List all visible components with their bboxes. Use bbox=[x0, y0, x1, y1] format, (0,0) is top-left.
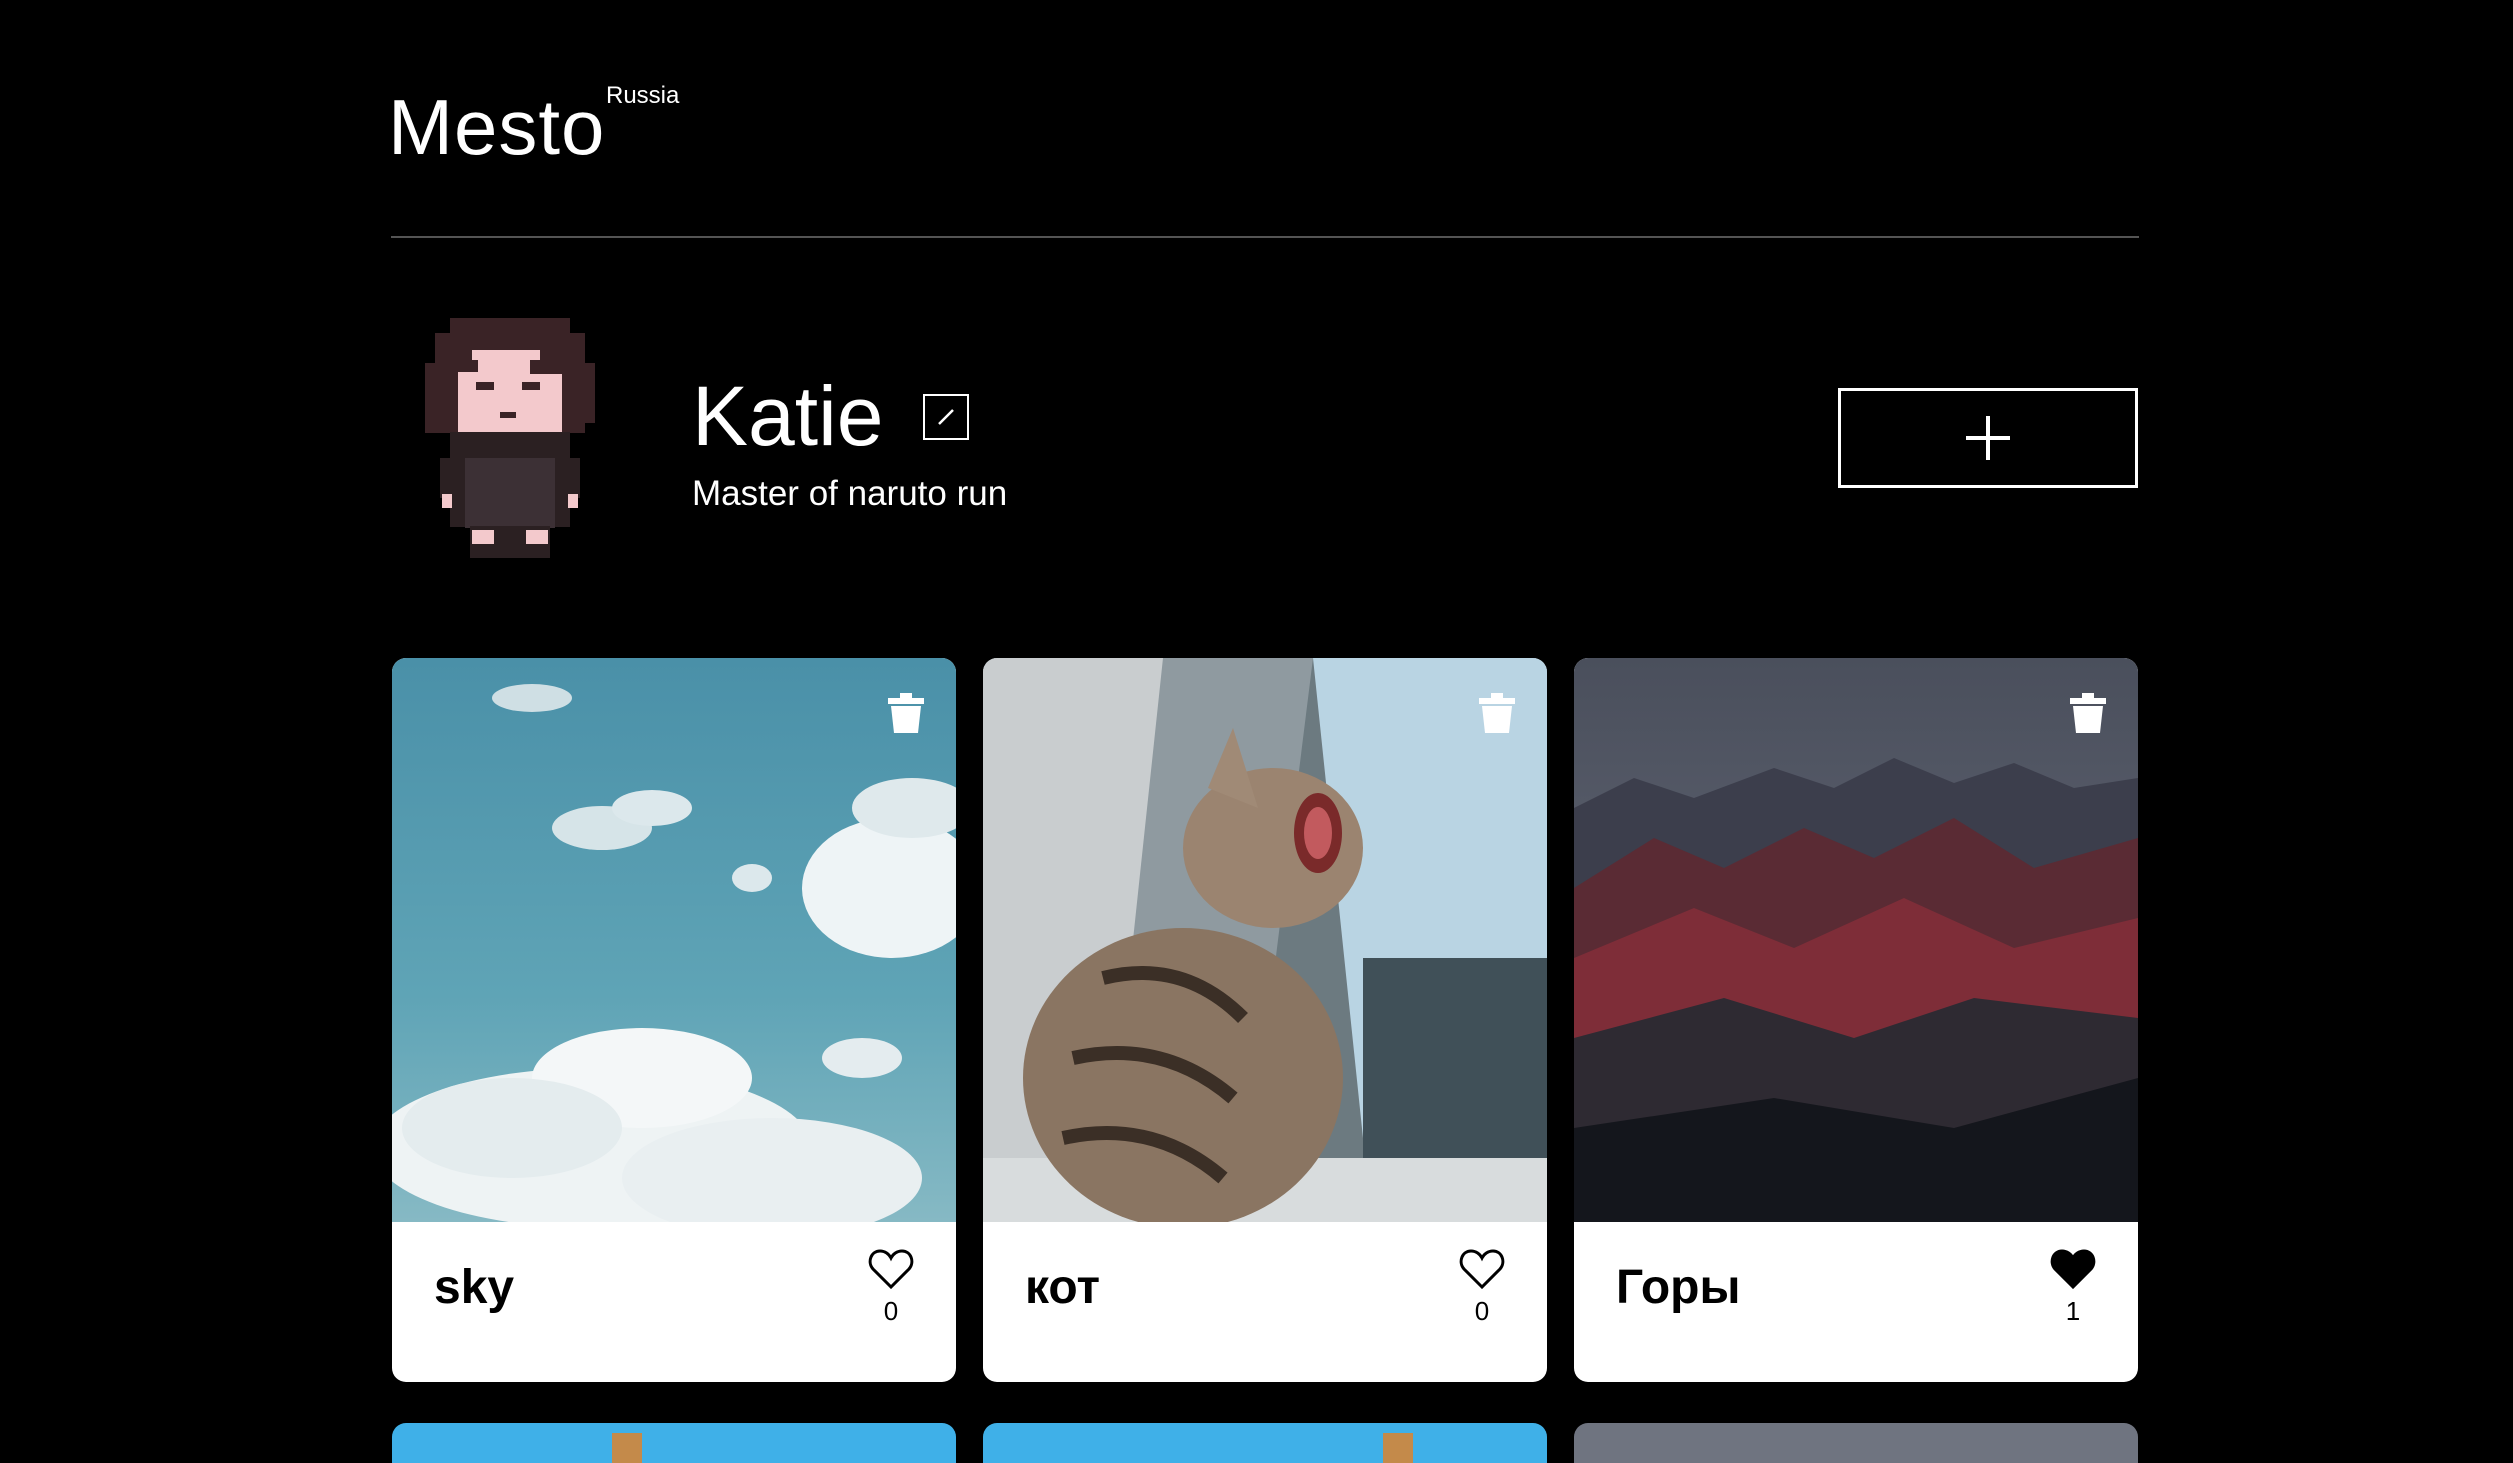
profile-about: Master of naruto run bbox=[692, 474, 1008, 513]
place-card-partial[interactable] bbox=[983, 1423, 1547, 1463]
heart-icon[interactable] bbox=[868, 1248, 914, 1290]
place-card-partial[interactable] bbox=[392, 1423, 956, 1463]
pencil-icon bbox=[938, 409, 954, 425]
add-card-button[interactable] bbox=[1838, 388, 2138, 488]
place-card: Горы 1 bbox=[1574, 658, 2138, 1382]
like-count: 0 bbox=[1474, 1296, 1490, 1326]
place-card-partial[interactable] bbox=[1574, 1423, 2138, 1463]
card-image[interactable] bbox=[1574, 658, 2138, 1222]
logo-subtitle: Russia bbox=[606, 82, 680, 109]
card-title: sky bbox=[434, 1261, 515, 1314]
place-card: sky 0 bbox=[392, 658, 956, 1382]
heart-icon-active[interactable] bbox=[2050, 1248, 2096, 1290]
logo: Mesto Russia bbox=[388, 82, 679, 172]
edit-profile-button[interactable] bbox=[923, 394, 969, 440]
logo-text: Mesto bbox=[388, 83, 606, 171]
like-count: 1 bbox=[2065, 1296, 2081, 1326]
trash-icon[interactable] bbox=[887, 693, 925, 733]
card-title: кот bbox=[1025, 1261, 1101, 1314]
profile-name: Katie bbox=[692, 369, 884, 463]
card-image[interactable] bbox=[983, 658, 1547, 1222]
page: Mesto Russia Katie Master of naruto run … bbox=[0, 0, 2513, 1463]
card-title: Горы bbox=[1616, 1261, 1741, 1314]
trash-icon[interactable] bbox=[2069, 693, 2107, 733]
header-divider bbox=[391, 236, 2139, 238]
avatar bbox=[425, 318, 595, 558]
trash-icon[interactable] bbox=[1478, 693, 1516, 733]
place-card: кот 0 bbox=[983, 658, 1547, 1382]
card-image[interactable] bbox=[392, 658, 956, 1222]
plus-icon bbox=[1966, 416, 2010, 460]
heart-icon[interactable] bbox=[1459, 1248, 1505, 1290]
like-count: 0 bbox=[883, 1296, 899, 1326]
